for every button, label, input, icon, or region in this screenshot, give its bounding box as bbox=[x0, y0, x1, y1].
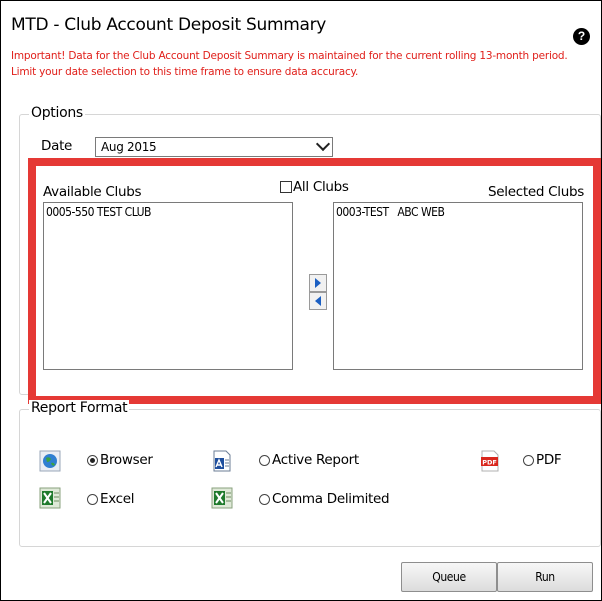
pdf-icon: PDF bbox=[481, 450, 499, 472]
report-format-group bbox=[19, 409, 601, 547]
all-clubs-checkbox-box[interactable] bbox=[280, 181, 292, 193]
options-legend: Options bbox=[29, 105, 85, 121]
format-option-browser[interactable]: Browser bbox=[87, 452, 177, 470]
warning-line-2: Limit your date selection to this time f… bbox=[11, 65, 359, 78]
run-button[interactable]: Run bbox=[497, 562, 593, 592]
format-option-excel[interactable]: Excel bbox=[87, 491, 177, 509]
comma-delimited-label: Comma Delimited bbox=[272, 491, 390, 507]
queue-button[interactable]: Queue bbox=[401, 562, 497, 592]
remove-club-button[interactable] bbox=[309, 292, 327, 310]
dialog-title: MTD - Club Account Deposit Summary bbox=[11, 15, 327, 35]
chevron-down-icon bbox=[315, 136, 331, 152]
active-report-radio[interactable] bbox=[259, 455, 270, 466]
svg-text:PDF: PDF bbox=[482, 459, 497, 467]
date-select[interactable]: Aug 2015 bbox=[95, 136, 333, 157]
pdf-radio[interactable] bbox=[523, 455, 534, 466]
format-option-pdf[interactable]: PDF bbox=[523, 452, 583, 470]
warning-line-1: Important! Data for the Club Account Dep… bbox=[11, 50, 568, 62]
add-club-button[interactable] bbox=[309, 274, 327, 292]
arrow-right-icon bbox=[315, 278, 321, 288]
pdf-label: PDF bbox=[536, 452, 562, 468]
available-clubs-label: Available Clubs bbox=[43, 184, 142, 200]
list-item[interactable]: 0003-TEST ABC WEB bbox=[336, 205, 445, 219]
arrow-left-icon bbox=[315, 296, 321, 306]
browser-radio[interactable] bbox=[87, 455, 98, 466]
excel-icon bbox=[211, 487, 233, 509]
list-item[interactable]: 0005-550 TEST CLUB bbox=[46, 205, 151, 219]
active-report-label: Active Report bbox=[272, 452, 359, 468]
report-format-legend: Report Format bbox=[29, 400, 130, 416]
date-label: Date bbox=[41, 138, 73, 154]
data-retention-warning: Important! Data for the Club Account Dep… bbox=[11, 49, 602, 80]
format-option-comma-delimited[interactable]: Comma Delimited bbox=[259, 491, 399, 509]
excel-label: Excel bbox=[100, 491, 135, 507]
club-selection-panel: Available Clubs All Clubs Selected Clubs… bbox=[28, 158, 601, 404]
all-clubs-label: All Clubs bbox=[293, 179, 349, 195]
globe-icon bbox=[39, 450, 61, 472]
excel-icon bbox=[39, 487, 61, 509]
excel-radio[interactable] bbox=[87, 494, 98, 505]
available-clubs-list[interactable]: 0005-550 TEST CLUB bbox=[43, 202, 293, 370]
browser-label: Browser bbox=[100, 452, 153, 468]
comma-delimited-radio[interactable] bbox=[259, 494, 270, 505]
dialog-window: MTD - Club Account Deposit Summary ? Imp… bbox=[0, 0, 602, 601]
selected-clubs-list[interactable]: 0003-TEST ABC WEB bbox=[333, 202, 583, 370]
all-clubs-checkbox[interactable]: All Clubs bbox=[280, 179, 360, 195]
format-option-active-report[interactable]: Active Report bbox=[259, 452, 379, 470]
active-report-icon bbox=[213, 450, 231, 472]
date-select-value: Aug 2015 bbox=[101, 140, 157, 154]
help-icon[interactable]: ? bbox=[573, 28, 590, 45]
selected-clubs-label: Selected Clubs bbox=[488, 184, 584, 200]
